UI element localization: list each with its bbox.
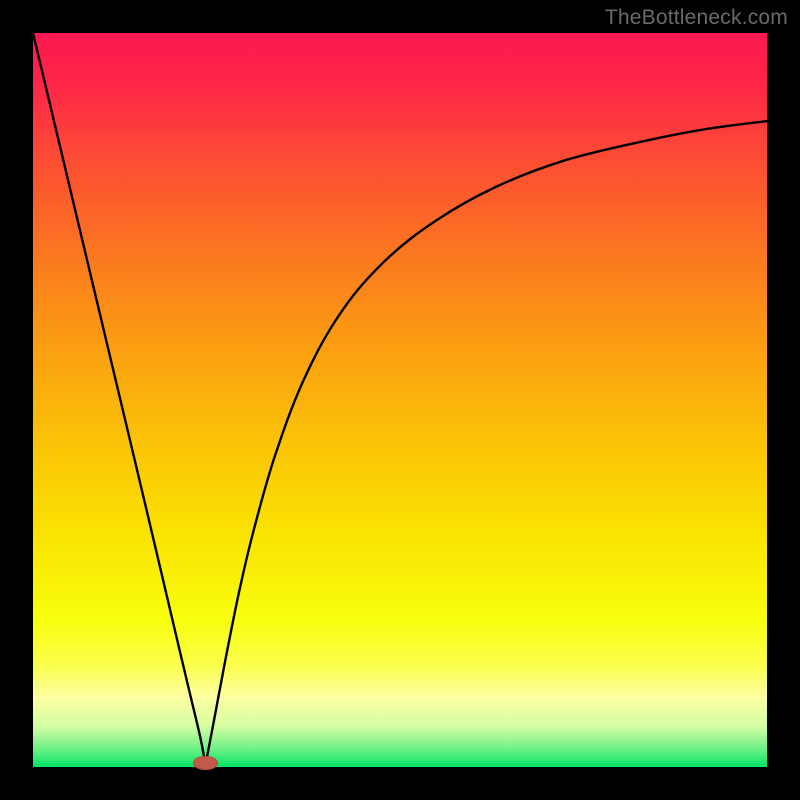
bottleneck-curve [33, 33, 767, 767]
curve-right-branch [205, 121, 767, 765]
chart-frame: TheBottleneck.com [0, 0, 800, 800]
optimal-point-marker [193, 756, 218, 770]
watermark-text: TheBottleneck.com [605, 6, 788, 30]
curve-left-branch [33, 33, 205, 765]
